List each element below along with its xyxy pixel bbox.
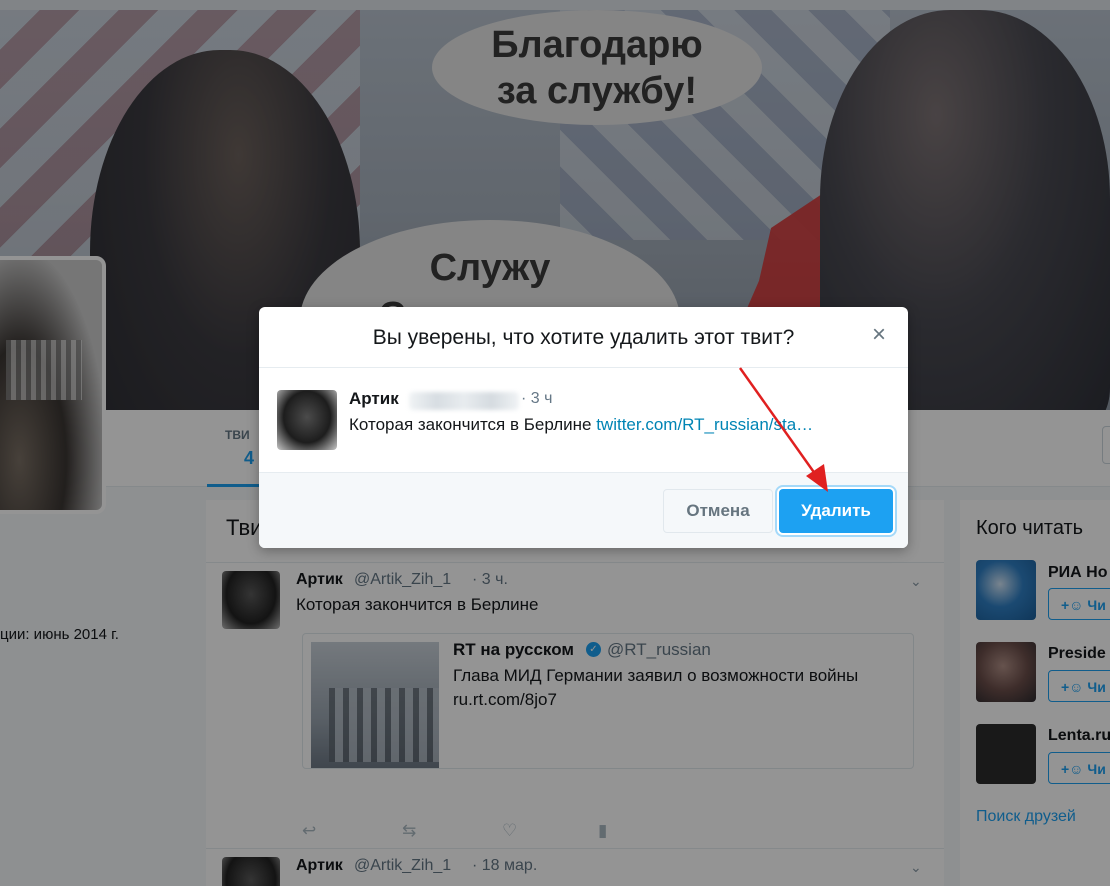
dialog-title: Вы уверены, что хотите удалить этот твит…	[372, 326, 795, 349]
tweet-text-body: Которая закончится в Берлине	[349, 415, 592, 434]
close-icon[interactable]: ×	[872, 321, 886, 349]
tweet-time: · 3 ч	[521, 390, 553, 407]
dialog-header: Вы уверены, что хотите удалить этот твит…	[259, 307, 908, 368]
twitter-profile-page: Благодарю за службу! Служу Советскому ТВ…	[0, 0, 1110, 886]
blurred-handle	[409, 392, 519, 410]
tweet-author-name: Артик	[349, 389, 399, 408]
tweet-avatar	[277, 390, 337, 450]
annotation-arrow-icon	[738, 367, 828, 492]
